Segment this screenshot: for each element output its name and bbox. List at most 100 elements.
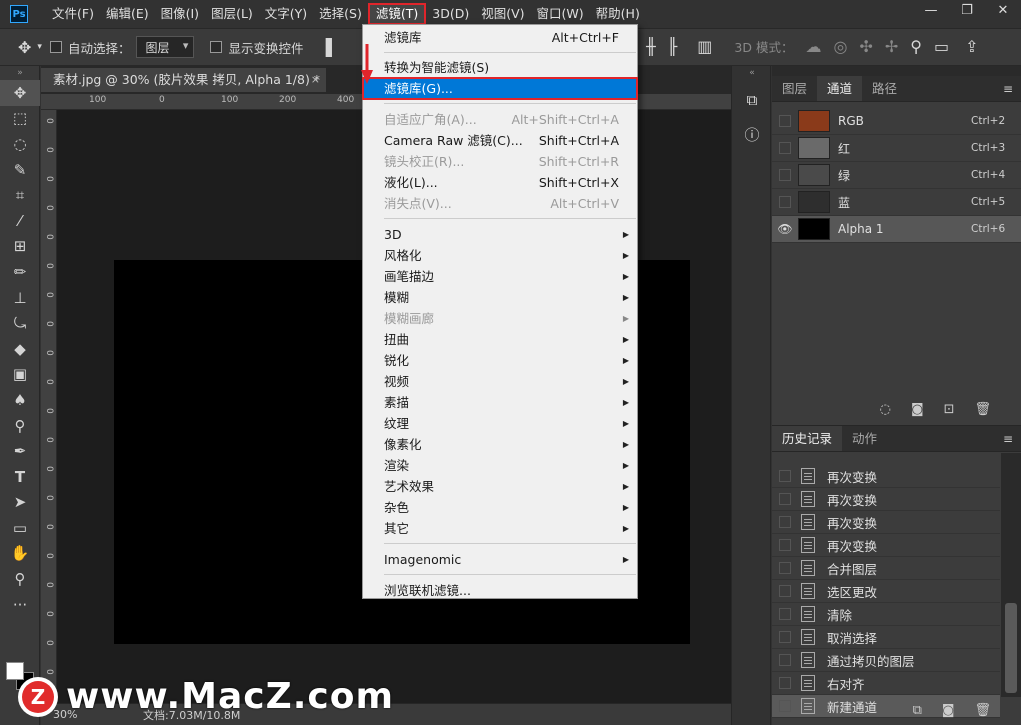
dodge-tool-icon[interactable]: ⚲ xyxy=(0,413,40,439)
3d-slide-icon[interactable]: ✢ xyxy=(885,37,898,56)
channels-panel-tab[interactable]: 图层 xyxy=(772,76,817,101)
history-row[interactable]: 再次变换 xyxy=(772,465,1000,488)
more-tools-icon[interactable]: ··· xyxy=(0,592,40,618)
history-scroll-thumb[interactable] xyxy=(1005,603,1017,693)
blur-tool-icon[interactable]: ♠ xyxy=(0,387,40,413)
eye-icon[interactable]: 👁 xyxy=(772,222,798,236)
menu-item-0[interactable]: 文件(F) xyxy=(46,3,100,25)
menu-item-6[interactable]: 滤镜(T) xyxy=(367,3,427,25)
filter-menu-item[interactable]: 滤镜库(G)... xyxy=(362,77,638,100)
visibility-toggle[interactable] xyxy=(779,142,791,154)
eyedropper-tool-icon[interactable]: ⁄ xyxy=(0,208,40,234)
eraser-tool-icon[interactable]: ◆ xyxy=(0,336,40,362)
lasso-tool-icon[interactable]: ◌ xyxy=(0,131,40,157)
history-row[interactable]: 再次变换 xyxy=(772,488,1000,511)
history-panel-tab[interactable]: 动作 xyxy=(842,426,887,451)
history-checkbox[interactable] xyxy=(779,493,791,505)
history-checkbox[interactable] xyxy=(779,677,791,689)
history-scrollbar[interactable] xyxy=(1001,453,1021,697)
move-tool-icon[interactable]: ✥ xyxy=(18,38,31,57)
filter-menu-item[interactable]: 渲染 ▶ xyxy=(363,455,637,476)
load-selection-icon[interactable]: ◌ xyxy=(880,402,891,417)
filter-menu-item[interactable]: 素描 ▶ xyxy=(363,392,637,413)
delete-state-icon[interactable]: 🗑 xyxy=(974,703,991,718)
distribute-icon[interactable]: ▥ xyxy=(697,37,712,56)
visibility-toggle[interactable] xyxy=(779,169,791,181)
filter-menu-item[interactable]: 杂色 ▶ xyxy=(363,497,637,518)
menu-item-3[interactable]: 图层(L) xyxy=(205,3,259,25)
history-checkbox[interactable] xyxy=(779,631,791,643)
filter-menu-item[interactable]: 3D ▶ xyxy=(363,224,637,245)
channels-panel-tab[interactable]: 路径 xyxy=(862,76,907,101)
channel-row[interactable]: 绿 Ctrl+4 xyxy=(772,162,1021,189)
save-selection-icon[interactable]: ◙ xyxy=(911,402,924,417)
align-center-icon[interactable]: ╫ xyxy=(646,37,656,56)
marquee-tool-icon[interactable]: ⬚ xyxy=(0,106,40,132)
path-select-tool-icon[interactable]: ➤ xyxy=(0,490,40,516)
3d-roll-icon[interactable]: ◎ xyxy=(833,37,847,56)
show-transform-checkbox[interactable] xyxy=(210,41,223,53)
collapse-toolbar-icon[interactable]: » xyxy=(0,66,40,80)
move-tool-icon[interactable]: ✥ xyxy=(0,80,40,106)
menu-item-1[interactable]: 编辑(E) xyxy=(100,3,155,25)
visibility-toggle[interactable] xyxy=(779,196,791,208)
history-row[interactable]: 选区更改 xyxy=(772,580,1000,603)
history-checkbox[interactable] xyxy=(779,654,791,666)
menu-item-9[interactable]: 窗口(W) xyxy=(531,3,590,25)
healing-tool-icon[interactable]: ⊞ xyxy=(0,234,40,260)
menu-item-5[interactable]: 选择(S) xyxy=(313,3,368,25)
channel-row[interactable]: 👁 Alpha 1 Ctrl+6 xyxy=(772,216,1021,243)
history-checkbox[interactable] xyxy=(779,539,791,551)
delete-channel-icon[interactable]: 🗑 xyxy=(974,402,991,417)
menu-item-10[interactable]: 帮助(H) xyxy=(590,3,646,25)
share-icon[interactable]: ⇪ xyxy=(965,37,978,56)
history-brush-tool-icon[interactable]: ⤿ xyxy=(0,310,40,336)
visibility-toggle[interactable] xyxy=(779,115,791,127)
hand-tool-icon[interactable]: ✋ xyxy=(0,541,40,567)
workspace-icon[interactable]: ▭ xyxy=(934,37,949,56)
filter-menu-item[interactable]: 液化(L)... Shift+Ctrl+X xyxy=(363,172,637,193)
history-row[interactable]: 右对齐 xyxy=(772,672,1000,695)
auto-select-target-select[interactable]: 图层 xyxy=(136,36,195,58)
history-row[interactable]: 再次变换 xyxy=(772,534,1000,557)
quick-select-tool-icon[interactable]: ✎ xyxy=(0,157,40,183)
close-button[interactable]: ✕ xyxy=(985,0,1021,20)
3d-pan-icon[interactable]: ✣ xyxy=(859,37,872,56)
close-icon[interactable]: × xyxy=(311,68,320,92)
filter-menu-item[interactable]: 扭曲 ▶ xyxy=(363,329,637,350)
type-tool-icon[interactable]: T xyxy=(0,464,40,490)
history-row[interactable]: 取消选择 xyxy=(772,626,1000,649)
gradient-tool-icon[interactable]: ▣ xyxy=(0,362,40,388)
history-checkbox[interactable] xyxy=(779,608,791,620)
filter-menu-item[interactable]: 纹理 ▶ xyxy=(363,413,637,434)
filter-menu-item[interactable]: 艺术效果 ▶ xyxy=(363,476,637,497)
history-panel-tab[interactable]: 历史记录 xyxy=(772,426,843,451)
history-checkbox[interactable] xyxy=(779,516,791,528)
expand-panels-icon[interactable]: « xyxy=(732,66,772,80)
restore-button[interactable]: ❐ xyxy=(949,0,985,20)
crop-tool-icon[interactable]: ⌗ xyxy=(0,182,40,208)
menu-item-2[interactable]: 图像(I) xyxy=(155,3,205,25)
align-icon[interactable]: ▐ xyxy=(319,38,331,57)
new-channel-icon[interactable]: ⊡ xyxy=(944,402,955,417)
chevron-down-icon[interactable]: ▾ xyxy=(37,42,42,52)
filter-menu-item[interactable]: 风格化 ▶ xyxy=(363,245,637,266)
history-menu-icon[interactable]: ≡ xyxy=(1003,432,1013,446)
channel-row[interactable]: RGB Ctrl+2 xyxy=(772,108,1021,135)
history-row[interactable]: 通过拷贝的图层 xyxy=(772,649,1000,672)
menu-item-8[interactable]: 视图(V) xyxy=(475,3,530,25)
minimize-button[interactable]: — xyxy=(913,0,949,20)
history-row[interactable]: 合并图层 xyxy=(772,557,1000,580)
filter-menu-item[interactable]: 滤镜库 Alt+Ctrl+F xyxy=(363,27,637,48)
history-checkbox[interactable] xyxy=(779,562,791,574)
3d-orbit-icon[interactable]: ☁ xyxy=(805,37,821,56)
filter-menu-item[interactable]: 像素化 ▶ xyxy=(363,434,637,455)
channels-panel-tab[interactable]: 通道 xyxy=(817,76,863,101)
filter-menu-item[interactable]: 锐化 ▶ xyxy=(363,350,637,371)
shape-tool-icon[interactable]: ▭ xyxy=(0,515,40,541)
snapshot-icon[interactable]: ◙ xyxy=(942,703,955,718)
document-tab[interactable]: 素材.jpg @ 30% (胶片效果 拷贝, Alpha 1/8) * × xyxy=(41,68,326,92)
channel-row[interactable]: 蓝 Ctrl+5 xyxy=(772,189,1021,216)
brush-tool-icon[interactable]: ✏ xyxy=(0,259,40,285)
info-icon[interactable]: ⓘ xyxy=(732,120,772,148)
